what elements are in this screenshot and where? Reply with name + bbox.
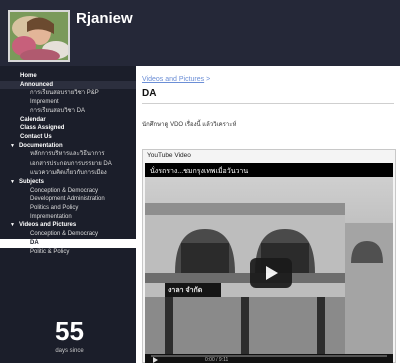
sidebar-item-announced[interactable]: Announced (0, 80, 136, 90)
sidebar-item-da-exam[interactable]: การเรียนสอบวิชา DA (0, 107, 136, 116)
page-title: DA (142, 88, 157, 99)
sidebar-item-imprementation[interactable]: Imprementation (0, 213, 136, 222)
sidebar-item-doc-3[interactable]: แนวความคิดเกี่ยวกับการเมือง (0, 169, 136, 178)
breadcrumb-link[interactable]: Videos and Pictures (142, 76, 204, 83)
sidebar-item-video-conception[interactable]: Conception & Democracy (0, 230, 136, 239)
breadcrumb: Videos and Pictures > (142, 76, 210, 83)
sidebar-item-imprement[interactable]: Imprement (0, 98, 136, 107)
site-title[interactable]: Rjaniew (76, 10, 133, 27)
video-controls: 0:00 / 9:11 (145, 354, 393, 363)
sidebar-item-conception-democracy[interactable]: Conception & Democracy (0, 187, 136, 196)
days-counter-label: days since (55, 348, 84, 354)
sidebar-section-documentation[interactable]: ▼ Documentation (0, 142, 136, 151)
play-button[interactable] (250, 258, 292, 288)
sidebar-nav: Home Announced การเรียนสอบรายวิชา P&P Im… (0, 66, 136, 363)
main-content: Videos and Pictures > DA นักศึกษาดู VDO … (136, 66, 400, 363)
sidebar-item-calendar[interactable]: Calendar (0, 116, 136, 125)
control-play-icon[interactable] (153, 357, 158, 363)
sidebar-item-development-admin[interactable]: Development Administration (0, 195, 136, 204)
sidebar-item-home[interactable]: Home (0, 72, 136, 81)
sidebar-section-videos[interactable]: ▼ Videos and Pictures (0, 221, 136, 230)
triangle-down-icon: ▼ (10, 142, 15, 149)
video-player[interactable]: นั่งรถราง...ชมกรุงเทพเมื่อวันวาน งาลา จำ… (145, 163, 393, 363)
youtube-gadget-title: YouTube Video (147, 152, 191, 159)
video-title[interactable]: นั่งรถราง...ชมกรุงเทพเมื่อวันวาน (150, 166, 248, 177)
sidebar-section-label: Documentation (18, 142, 63, 149)
page-description: นักศึกษาดู VDO เรื่องนี้ แล้ววิเคราะห์ (142, 122, 237, 128)
sidebar-item-doc-2[interactable]: เอกสารประกอบการบรรยาย DA (0, 160, 136, 169)
sidebar-item-doc-1[interactable]: หลักการบริหารและวิธีนาการ (0, 150, 136, 159)
days-counter: 55 days since (12, 316, 127, 354)
days-counter-value: 55 (55, 316, 84, 346)
sidebar-item-politics-policy[interactable]: Politics and Policy (0, 204, 136, 213)
video-time: 0:00 / 9:11 (205, 357, 229, 363)
avatar[interactable] (8, 10, 70, 62)
breadcrumb-separator: > (204, 76, 211, 83)
sidebar-section-label: Videos and Pictures (18, 222, 77, 229)
sidebar-section-label: Subjects (18, 178, 44, 185)
sidebar-item-politic-policy[interactable]: Politic & Policy (0, 248, 136, 257)
nav-list: Home Announced การเรียนสอบรายวิชา P&P Im… (0, 66, 136, 256)
triangle-down-icon: ▼ (10, 178, 15, 185)
sidebar-item-class-assigned[interactable]: Class Assigned (0, 124, 136, 133)
youtube-gadget: YouTube Video นั่งรถราง...ชมกรุงเทพเมื่อ… (142, 149, 396, 363)
video-progress-bar[interactable] (151, 355, 387, 357)
sidebar-item-contact-us[interactable]: Contact Us (0, 133, 136, 142)
sidebar-section-subjects[interactable]: ▼ Subjects (0, 178, 136, 187)
shop-sign: งาลา จำกัด (168, 287, 203, 294)
play-icon (266, 266, 278, 280)
title-divider (142, 103, 394, 104)
site-header: Rjaniew (0, 0, 400, 66)
sidebar-item-pp-exam[interactable]: การเรียนสอบรายวิชา P&P (0, 89, 136, 98)
sidebar-item-da[interactable]: DA (0, 238, 136, 248)
triangle-down-icon: ▼ (10, 222, 15, 229)
